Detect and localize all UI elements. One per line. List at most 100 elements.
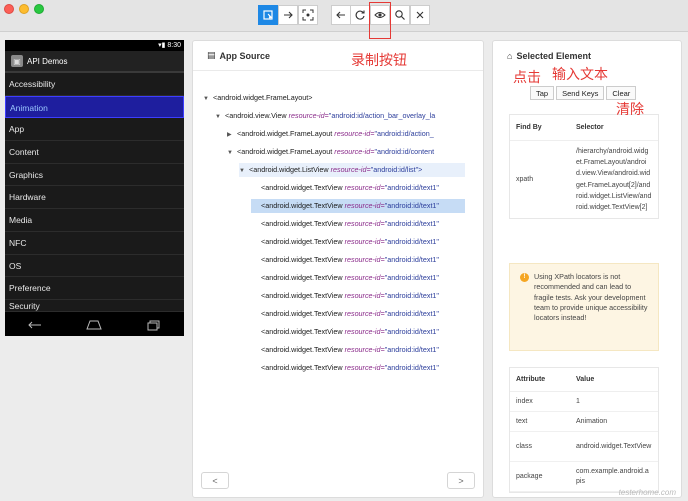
select-elements-button[interactable] — [258, 5, 278, 25]
attr-name: text — [516, 418, 528, 425]
swipe-button[interactable] — [278, 5, 298, 25]
node-attr-value: "android:id/text1" — [384, 273, 439, 282]
expand-caret-icon[interactable]: ▶ — [227, 128, 237, 141]
node-attr-name: resource-id= — [344, 183, 385, 192]
source-tree-node[interactable]: <android.widget.TextView resource-id="an… — [251, 325, 465, 339]
back-arrow-icon — [336, 11, 345, 19]
next-button[interactable]: > — [447, 472, 475, 489]
node-attr-value: "android:id/text1" — [384, 291, 439, 300]
device-list-item[interactable]: OS — [5, 255, 184, 278]
attributes-table: Attribute Value index 1 text Animation c… — [509, 367, 659, 493]
device-list-item[interactable]: Content — [5, 141, 184, 164]
device-list-item[interactable]: Accessibility — [5, 73, 184, 96]
source-tree-node[interactable]: <android.widget.TextView resource-id="an… — [251, 217, 465, 231]
node-attr-name: resource-id= — [344, 291, 385, 300]
collapse-caret-icon[interactable]: ▼ — [215, 110, 225, 123]
device-list-item[interactable]: Hardware — [5, 186, 184, 210]
device-list-item[interactable]: Preference — [5, 277, 184, 300]
zoom-window-button[interactable] — [34, 4, 44, 14]
source-tree-node[interactable]: ▼ <android.view.View resource-id="android… — [215, 109, 465, 123]
node-attr-value: "android:id/text1" — [384, 345, 439, 354]
device-list-item[interactable]: App — [5, 118, 184, 142]
warning-icon: ! — [520, 273, 529, 282]
minimize-window-button[interactable] — [19, 4, 29, 14]
back-button[interactable] — [331, 5, 351, 25]
close-window-button[interactable] — [4, 4, 14, 14]
source-tree-node[interactable]: <android.widget.TextView resource-id="an… — [251, 271, 465, 285]
xpath-warning-text: Using XPath locators is not recommended … — [534, 272, 648, 323]
collapse-caret-icon[interactable]: ▼ — [227, 146, 237, 159]
selected-element-panel: ⌂ Selected Element Tap Send Keys Clear F… — [492, 40, 682, 498]
node-tag: <android.widget.TextView — [261, 237, 345, 246]
source-tree-node[interactable]: <android.widget.TextView resource-id="an… — [251, 307, 465, 321]
nav-home-icon[interactable] — [85, 319, 103, 331]
clear-button[interactable]: Clear — [606, 86, 637, 100]
node-attr-name: resource-id= — [344, 309, 385, 318]
device-nav-bar — [5, 314, 184, 336]
selector-table: Find By Selector xpath /hierarchy/androi… — [509, 114, 659, 220]
node-attr-name: resource-id= — [344, 327, 385, 336]
nav-back-icon[interactable] — [26, 319, 44, 331]
device-list-item-selected[interactable]: Animation — [5, 95, 184, 119]
search-button[interactable] — [390, 5, 410, 25]
source-tree-node[interactable]: <android.widget.TextView resource-id="an… — [251, 235, 465, 249]
device-list: Accessibility Animation App Content Grap… — [5, 73, 184, 312]
source-tree-node[interactable]: <android.widget.TextView resource-id="an… — [251, 199, 465, 213]
source-tree-node[interactable]: <android.widget.TextView resource-id="an… — [251, 343, 465, 357]
node-attr-name: resource-id= — [344, 363, 385, 372]
collapse-caret-icon[interactable]: ▼ — [203, 92, 213, 105]
app-source-panel: ▤ App Source ▼ <android.widget.FrameLayou… — [192, 40, 484, 498]
attr-value: Animation — [576, 418, 608, 425]
node-attr-name: resource-id= — [334, 147, 375, 156]
app-title: API Demos — [27, 56, 68, 66]
refresh-button[interactable] — [350, 5, 370, 25]
collapse-caret-icon[interactable]: ▼ — [239, 164, 249, 177]
source-tree-node[interactable]: <android.widget.TextView resource-id="an… — [251, 289, 465, 303]
device-list-item[interactable]: Media — [5, 209, 184, 232]
refresh-icon — [355, 10, 365, 20]
selector-xpath-value[interactable]: /hierarchy/android.widget.FrameLayout/an… — [570, 141, 658, 218]
node-tag: <android.widget.TextView — [261, 327, 345, 336]
selector-header-findby: Find By — [516, 124, 542, 131]
node-attr-value: "android:id/text1" — [384, 327, 439, 336]
source-tree-node[interactable]: ▶ <android.widget.FrameLayout resource-id… — [227, 127, 465, 141]
device-list-item[interactable]: NFC — [5, 232, 184, 255]
device-list-item[interactable]: Graphics — [5, 164, 184, 187]
node-attr-value: "android:id/text1" — [384, 363, 439, 372]
quit-button[interactable] — [410, 5, 430, 25]
node-attr-value: "android:id/action_bar_overlay_la — [328, 111, 436, 120]
node-attr-value: "android:id/text1" — [384, 219, 439, 228]
node-tag: <android.widget.TextView — [261, 255, 345, 264]
node-tag: <android.widget.TextView — [261, 291, 345, 300]
annotation-clear: 清除 — [616, 102, 644, 118]
source-tree-node[interactable]: ▼ <android.widget.ListView resource-id="a… — [239, 163, 465, 177]
node-tag: <android.widget.TextView — [261, 219, 345, 228]
selector-strategy: xpath — [516, 176, 534, 184]
source-tree-node[interactable]: ▼ <android.widget.FrameLayout> — [203, 91, 465, 105]
attr-header-attribute: Attribute — [516, 376, 546, 383]
device-list-item[interactable]: Security — [5, 300, 184, 312]
prev-button[interactable]: < — [201, 472, 229, 489]
send-keys-button[interactable]: Send Keys — [556, 86, 605, 100]
attr-value: com.example.android.apis — [576, 467, 649, 485]
source-tree-node[interactable]: <android.widget.TextView resource-id="an… — [251, 181, 465, 195]
tap-coordinates-button[interactable] — [298, 5, 318, 25]
attr-name: class — [516, 443, 532, 450]
tap-button[interactable]: Tap — [530, 86, 555, 100]
device-screenshot[interactable]: ▾▮ 8:30 ▣ API Demos Accessibility Animat… — [5, 40, 184, 336]
node-tag: <android.widget.TextView — [261, 309, 345, 318]
node-attr-value: "android:id/text1" — [384, 255, 439, 264]
source-tree-node[interactable]: ▼ <android.widget.FrameLayout resource-id… — [227, 145, 465, 159]
attr-header-value: Value — [576, 376, 595, 383]
node-tag: <android.view.View — [225, 111, 289, 120]
node-tag: <android.widget.FrameLayout — [237, 147, 335, 156]
source-tree-node[interactable]: <android.widget.TextView resource-id="an… — [251, 253, 465, 267]
source-tree-node[interactable]: <android.widget.TextView resource-id="an… — [251, 361, 465, 375]
selected-element-title: Selected Element — [516, 51, 591, 61]
app-icon: ▣ — [11, 55, 23, 67]
app-source-header: ▤ App Source — [193, 41, 483, 71]
node-attr-value: "android:id/text1" — [384, 201, 439, 210]
device-status-bar: ▾▮ 8:30 — [5, 40, 184, 51]
nav-recents-icon[interactable] — [145, 319, 163, 331]
attr-name: package — [516, 473, 543, 480]
